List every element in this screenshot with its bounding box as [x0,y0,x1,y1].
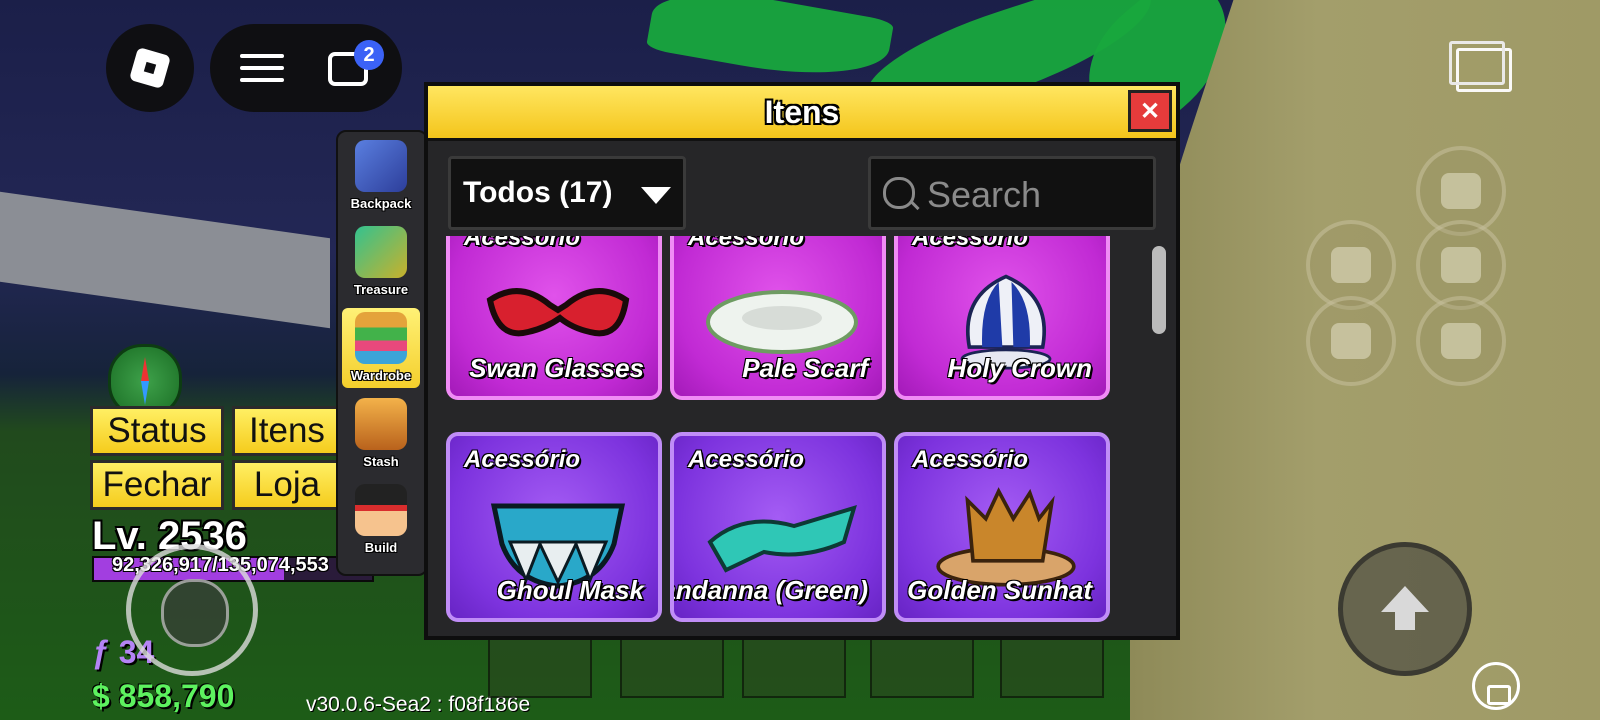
sidebar-item-label: Treasure [353,282,409,297]
item-card[interactable]: Acessório Swan Glasses [446,236,662,400]
wardrobe-icon [355,312,407,364]
loja-button[interactable]: Loja [232,460,342,510]
joystick-knob[interactable] [161,579,229,647]
jump-button[interactable] [1338,542,1472,676]
fechar-button[interactable]: Fechar [90,460,224,510]
hamburger-menu-icon[interactable] [240,54,284,82]
stone-slab [0,191,330,329]
skill-button-sprint[interactable] [1306,296,1396,386]
scrollbar[interactable] [1152,246,1166,334]
chat-badge: 2 [354,40,384,70]
windows-toggle-icon[interactable] [1449,41,1512,92]
item-card[interactable]: Acessório Golden Sunhat [894,432,1110,622]
top-menu-bar: 2 [210,24,402,112]
item-card[interactable]: Acessório Ghoul Mask [446,432,662,622]
status-button[interactable]: Status [90,406,224,456]
item-card[interactable]: Acessório Bandanna (Green) [670,432,886,622]
item-category: Acessório [912,236,1029,251]
category-dropdown[interactable]: Todos (17) [448,156,686,230]
item-name: Holy Crown [947,353,1092,383]
movement-joystick[interactable] [126,544,258,676]
sidebar-item-treasure[interactable]: Treasure [342,222,420,302]
treasure-icon [355,226,407,278]
inventory-sidebar: Backpack Treasure Wardrobe Stash Build [336,130,428,576]
skill-button-fire[interactable] [1416,296,1506,386]
chevron-down-icon [641,187,671,204]
itens-button[interactable]: Itens [232,406,342,456]
category-dropdown-label: Todos (17) [463,176,613,209]
items-panel: Itens ✕ Todos (17) Acessório Swan Glasse… [424,82,1180,640]
sidebar-item-build[interactable]: Build [342,480,420,560]
money-counter: $ 858,790 [92,678,235,714]
item-category: Acessório [464,236,581,251]
search-input[interactable] [925,173,1149,217]
sidebar-item-backpack[interactable]: Backpack [342,136,420,216]
stash-chest-icon [355,398,407,450]
close-button[interactable]: ✕ [1128,90,1172,132]
item-category: Acessório [688,446,805,473]
close-icon: ✕ [1139,97,1161,125]
roblox-menu-button[interactable] [106,24,194,112]
items-grid: Acessório Swan Glasses Acessório Pale Sc… [446,236,1132,624]
search-icon [883,177,915,209]
sidebar-item-label: Build [364,540,398,555]
sidebar-item-stash[interactable]: Stash [342,394,420,474]
panel-title: Itens [764,93,840,130]
build-avatar-icon [355,484,407,536]
backpack-icon [355,140,407,192]
sidebar-item-label: Stash [363,454,399,469]
tree-leaf [645,0,895,91]
item-category: Acessório [464,446,581,473]
item-card[interactable]: Acessório Holy Crown [894,236,1110,400]
item-category: Acessório [688,236,805,251]
item-name: Pale Scarf [742,353,868,383]
item-name: Bandanna (Green) [674,575,868,605]
panel-titlebar: Itens ✕ [428,86,1176,141]
item-name: Golden Sunhat [907,575,1092,605]
sidebar-item-wardrobe[interactable]: Wardrobe [342,308,420,388]
sidebar-item-label: Wardrobe [350,368,412,383]
item-card[interactable]: Acessório Pale Scarf [670,236,886,400]
up-arrow-icon [1381,586,1429,630]
item-category: Acessório [912,446,1029,473]
sidebar-item-label: Backpack [350,196,412,211]
item-name: Ghoul Mask [496,575,644,605]
item-name: Swan Glasses [469,353,644,383]
shift-lock-icon[interactable] [1472,662,1520,710]
roblox-logo-icon [128,46,172,90]
search-box[interactable] [868,156,1156,230]
